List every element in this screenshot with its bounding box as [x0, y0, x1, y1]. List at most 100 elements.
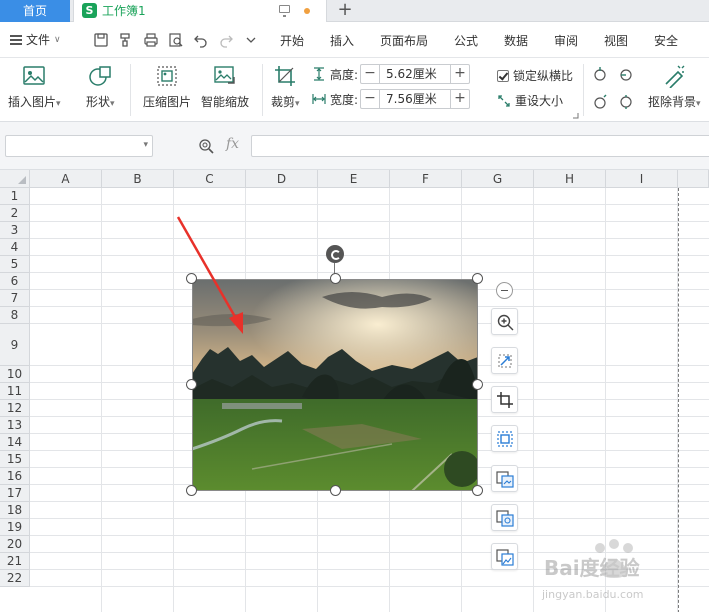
- rotate-right-icon[interactable]: [618, 66, 634, 82]
- formula-input[interactable]: [251, 135, 709, 157]
- row-header-2[interactable]: 2: [0, 205, 30, 222]
- shape-button[interactable]: 形状▾: [86, 64, 115, 110]
- column-header-b[interactable]: B: [102, 170, 174, 188]
- row-header-21[interactable]: 21: [0, 553, 30, 570]
- menu-insert[interactable]: 插入: [330, 22, 354, 58]
- row-header-8[interactable]: 8: [0, 307, 30, 324]
- column-gridline: [533, 188, 534, 612]
- row-header-20[interactable]: 20: [0, 536, 30, 553]
- row-header-10[interactable]: 10: [0, 366, 30, 383]
- column-header-f[interactable]: F: [390, 170, 462, 188]
- row-header-22[interactable]: 22: [0, 570, 30, 587]
- row-header-16[interactable]: 16: [0, 468, 30, 485]
- row-header-13[interactable]: 13: [0, 417, 30, 434]
- format-painter-icon[interactable]: [118, 32, 134, 48]
- baidu-watermark: Bai度经验 jingyan.baidu.com: [538, 538, 706, 608]
- tab-workbook[interactable]: S 工作簿1: [73, 0, 327, 22]
- crop-float-button[interactable]: [491, 386, 518, 413]
- resize-handle-bottom[interactable]: [330, 485, 341, 496]
- picture-beautify-button[interactable]: [491, 543, 518, 570]
- menu-start[interactable]: 开始: [280, 22, 304, 58]
- menu-page-layout[interactable]: 页面布局: [380, 22, 428, 58]
- compress-float-button[interactable]: [491, 425, 518, 452]
- tab-home[interactable]: 首页: [0, 0, 70, 22]
- row-header-19[interactable]: 19: [0, 519, 30, 536]
- row-header-15[interactable]: 15: [0, 451, 30, 468]
- flip-horizontal-icon[interactable]: [618, 94, 634, 110]
- reset-size-button[interactable]: 重设大小: [497, 92, 563, 109]
- column-header-e[interactable]: E: [318, 170, 390, 188]
- menu-view[interactable]: 视图: [604, 22, 628, 58]
- lock-ratio-checkbox[interactable]: 锁定纵横比: [497, 67, 573, 84]
- width-stepper[interactable]: − 7.56厘米 +: [360, 89, 471, 109]
- flip-vertical-icon[interactable]: [592, 94, 608, 110]
- monitor-icon[interactable]: [279, 5, 290, 17]
- chevron-down-icon[interactable]: ▾: [143, 140, 148, 150]
- redo-icon[interactable]: [218, 32, 234, 48]
- zoom-picture-button[interactable]: [491, 308, 518, 335]
- crop-button[interactable]: 裁剪▾: [271, 64, 300, 110]
- size-dialog-launcher-icon[interactable]: [573, 113, 579, 119]
- remove-background-label: 抠除背景: [648, 95, 697, 109]
- rotate-handle-icon[interactable]: [326, 245, 344, 263]
- row-header-9[interactable]: 9: [0, 324, 30, 366]
- resize-handle-top-left[interactable]: [186, 273, 197, 284]
- width-input[interactable]: 7.56厘米: [379, 90, 452, 108]
- resize-handle-bottom-left[interactable]: [186, 485, 197, 496]
- insert-picture-button[interactable]: 插入图片▾: [8, 64, 61, 110]
- undo-icon[interactable]: [193, 32, 209, 48]
- column-header-a[interactable]: A: [30, 170, 102, 188]
- row-header-12[interactable]: 12: [0, 400, 30, 417]
- row-header-18[interactable]: 18: [0, 502, 30, 519]
- fx-label[interactable]: fx: [226, 136, 239, 152]
- remove-background-button[interactable]: 抠除背景▾: [648, 64, 701, 110]
- row-header-4[interactable]: 4: [0, 239, 30, 256]
- name-box[interactable]: ▾: [5, 135, 153, 157]
- height-input[interactable]: 5.62厘米: [379, 65, 452, 83]
- column-header-g[interactable]: G: [462, 170, 534, 188]
- save-icon[interactable]: [93, 32, 109, 48]
- row-header-5[interactable]: 5: [0, 256, 30, 273]
- column-header-i[interactable]: I: [606, 170, 678, 188]
- file-menu-button[interactable]: 文件 ∨: [10, 32, 61, 48]
- resize-handle-bottom-right[interactable]: [472, 485, 483, 496]
- picture-to-pdf-button[interactable]: [491, 465, 518, 492]
- smart-scale-button[interactable]: 智能缩放: [201, 64, 249, 110]
- print-icon[interactable]: [143, 32, 159, 48]
- column-header-d[interactable]: D: [246, 170, 318, 188]
- select-all-corner[interactable]: [0, 170, 30, 188]
- print-preview-icon[interactable]: [168, 32, 184, 48]
- resize-handle-top-right[interactable]: [472, 273, 483, 284]
- compress-picture-button[interactable]: 压缩图片: [143, 64, 191, 110]
- row-header-11[interactable]: 11: [0, 383, 30, 400]
- menu-review[interactable]: 审阅: [554, 22, 578, 58]
- inserted-picture[interactable]: [192, 279, 478, 491]
- rotate-left-icon[interactable]: [592, 66, 608, 82]
- height-increase-button[interactable]: +: [451, 65, 469, 83]
- column-header-c[interactable]: C: [174, 170, 246, 188]
- quick-access-dropdown-icon[interactable]: [243, 32, 259, 48]
- height-decrease-button[interactable]: −: [361, 65, 379, 83]
- zoom-icon[interactable]: [198, 138, 214, 154]
- smart-scale-float-button[interactable]: [491, 347, 518, 374]
- row-header-1[interactable]: 1: [0, 188, 30, 205]
- width-decrease-button[interactable]: −: [361, 90, 379, 108]
- row-header-7[interactable]: 7: [0, 290, 30, 307]
- menu-formulas[interactable]: 公式: [454, 22, 478, 58]
- row-header-3[interactable]: 3: [0, 222, 30, 239]
- column-header-h[interactable]: H: [534, 170, 606, 188]
- resize-handle-right[interactable]: [472, 379, 483, 390]
- menu-data[interactable]: 数据: [504, 22, 528, 58]
- height-stepper[interactable]: − 5.62厘米 +: [360, 64, 471, 84]
- width-increase-button[interactable]: +: [451, 90, 469, 108]
- picture-to-text-button[interactable]: [491, 504, 518, 531]
- resize-handle-left[interactable]: [186, 379, 197, 390]
- new-tab-button[interactable]: +: [336, 0, 354, 22]
- resize-handle-top[interactable]: [330, 273, 341, 284]
- row-header-17[interactable]: 17: [0, 485, 30, 502]
- collapse-toolbar-button[interactable]: [496, 282, 513, 299]
- column-header-blank[interactable]: [678, 170, 709, 188]
- menu-security[interactable]: 安全: [654, 22, 678, 58]
- row-header-14[interactable]: 14: [0, 434, 30, 451]
- row-header-6[interactable]: 6: [0, 273, 30, 290]
